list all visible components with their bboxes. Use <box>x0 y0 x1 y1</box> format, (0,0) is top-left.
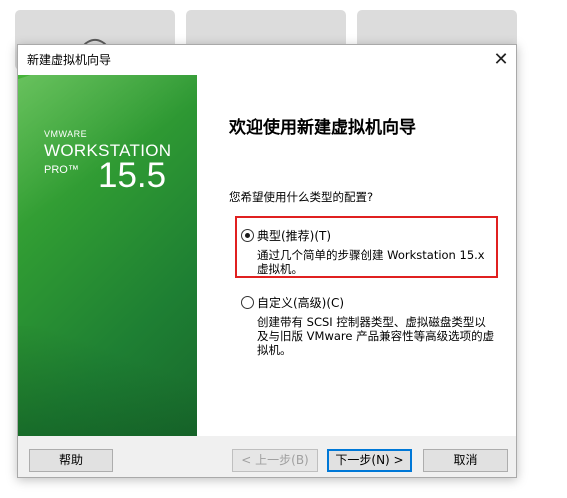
close-icon[interactable]: ✕ <box>486 45 516 75</box>
vmware-banner: VMWARE WORKSTATION PRO™ 15.5 <box>18 75 197 436</box>
new-vm-wizard-dialog: 新建虚拟机向导 ✕ VMWARE WORKSTATION PRO™ 15.5 欢… <box>17 44 517 478</box>
option-custom[interactable]: 自定义(高级)(C) <box>241 294 344 311</box>
help-button[interactable]: 帮助 <box>29 449 113 472</box>
version-label: 15.5 <box>98 156 167 195</box>
config-question: 您希望使用什么类型的配置? <box>229 190 374 204</box>
brand-label: VMWARE <box>44 129 88 139</box>
option-typical[interactable]: 典型(推荐)(T) <box>241 227 331 244</box>
typical-radio[interactable] <box>241 229 254 242</box>
custom-label[interactable]: 自定义(高级)(C) <box>257 294 344 311</box>
dialog-title: 新建虚拟机向导 <box>27 53 112 67</box>
wizard-heading: 欢迎使用新建虚拟机向导 <box>229 118 416 138</box>
back-button[interactable]: < 上一步(B) <box>232 449 318 472</box>
typical-description: 通过几个简单的步骤创建 Workstation 15.x 虚拟机。 <box>257 248 485 276</box>
custom-description: 创建带有 SCSI 控制器类型、虚拟磁盘类型以及与旧版 VMware 产品兼容性… <box>257 315 495 357</box>
custom-radio[interactable] <box>241 296 254 309</box>
banner-shadow <box>18 326 197 436</box>
edition-label: PRO™ <box>44 164 79 176</box>
dialog-titlebar[interactable]: 新建虚拟机向导 ✕ <box>18 45 516 75</box>
next-button[interactable]: 下一步(N) > <box>327 449 412 472</box>
typical-label[interactable]: 典型(推荐)(T) <box>257 227 331 244</box>
wizard-content: VMWARE WORKSTATION PRO™ 15.5 欢迎使用新建虚拟机向导… <box>18 75 516 436</box>
cancel-button[interactable]: 取消 <box>423 449 508 472</box>
